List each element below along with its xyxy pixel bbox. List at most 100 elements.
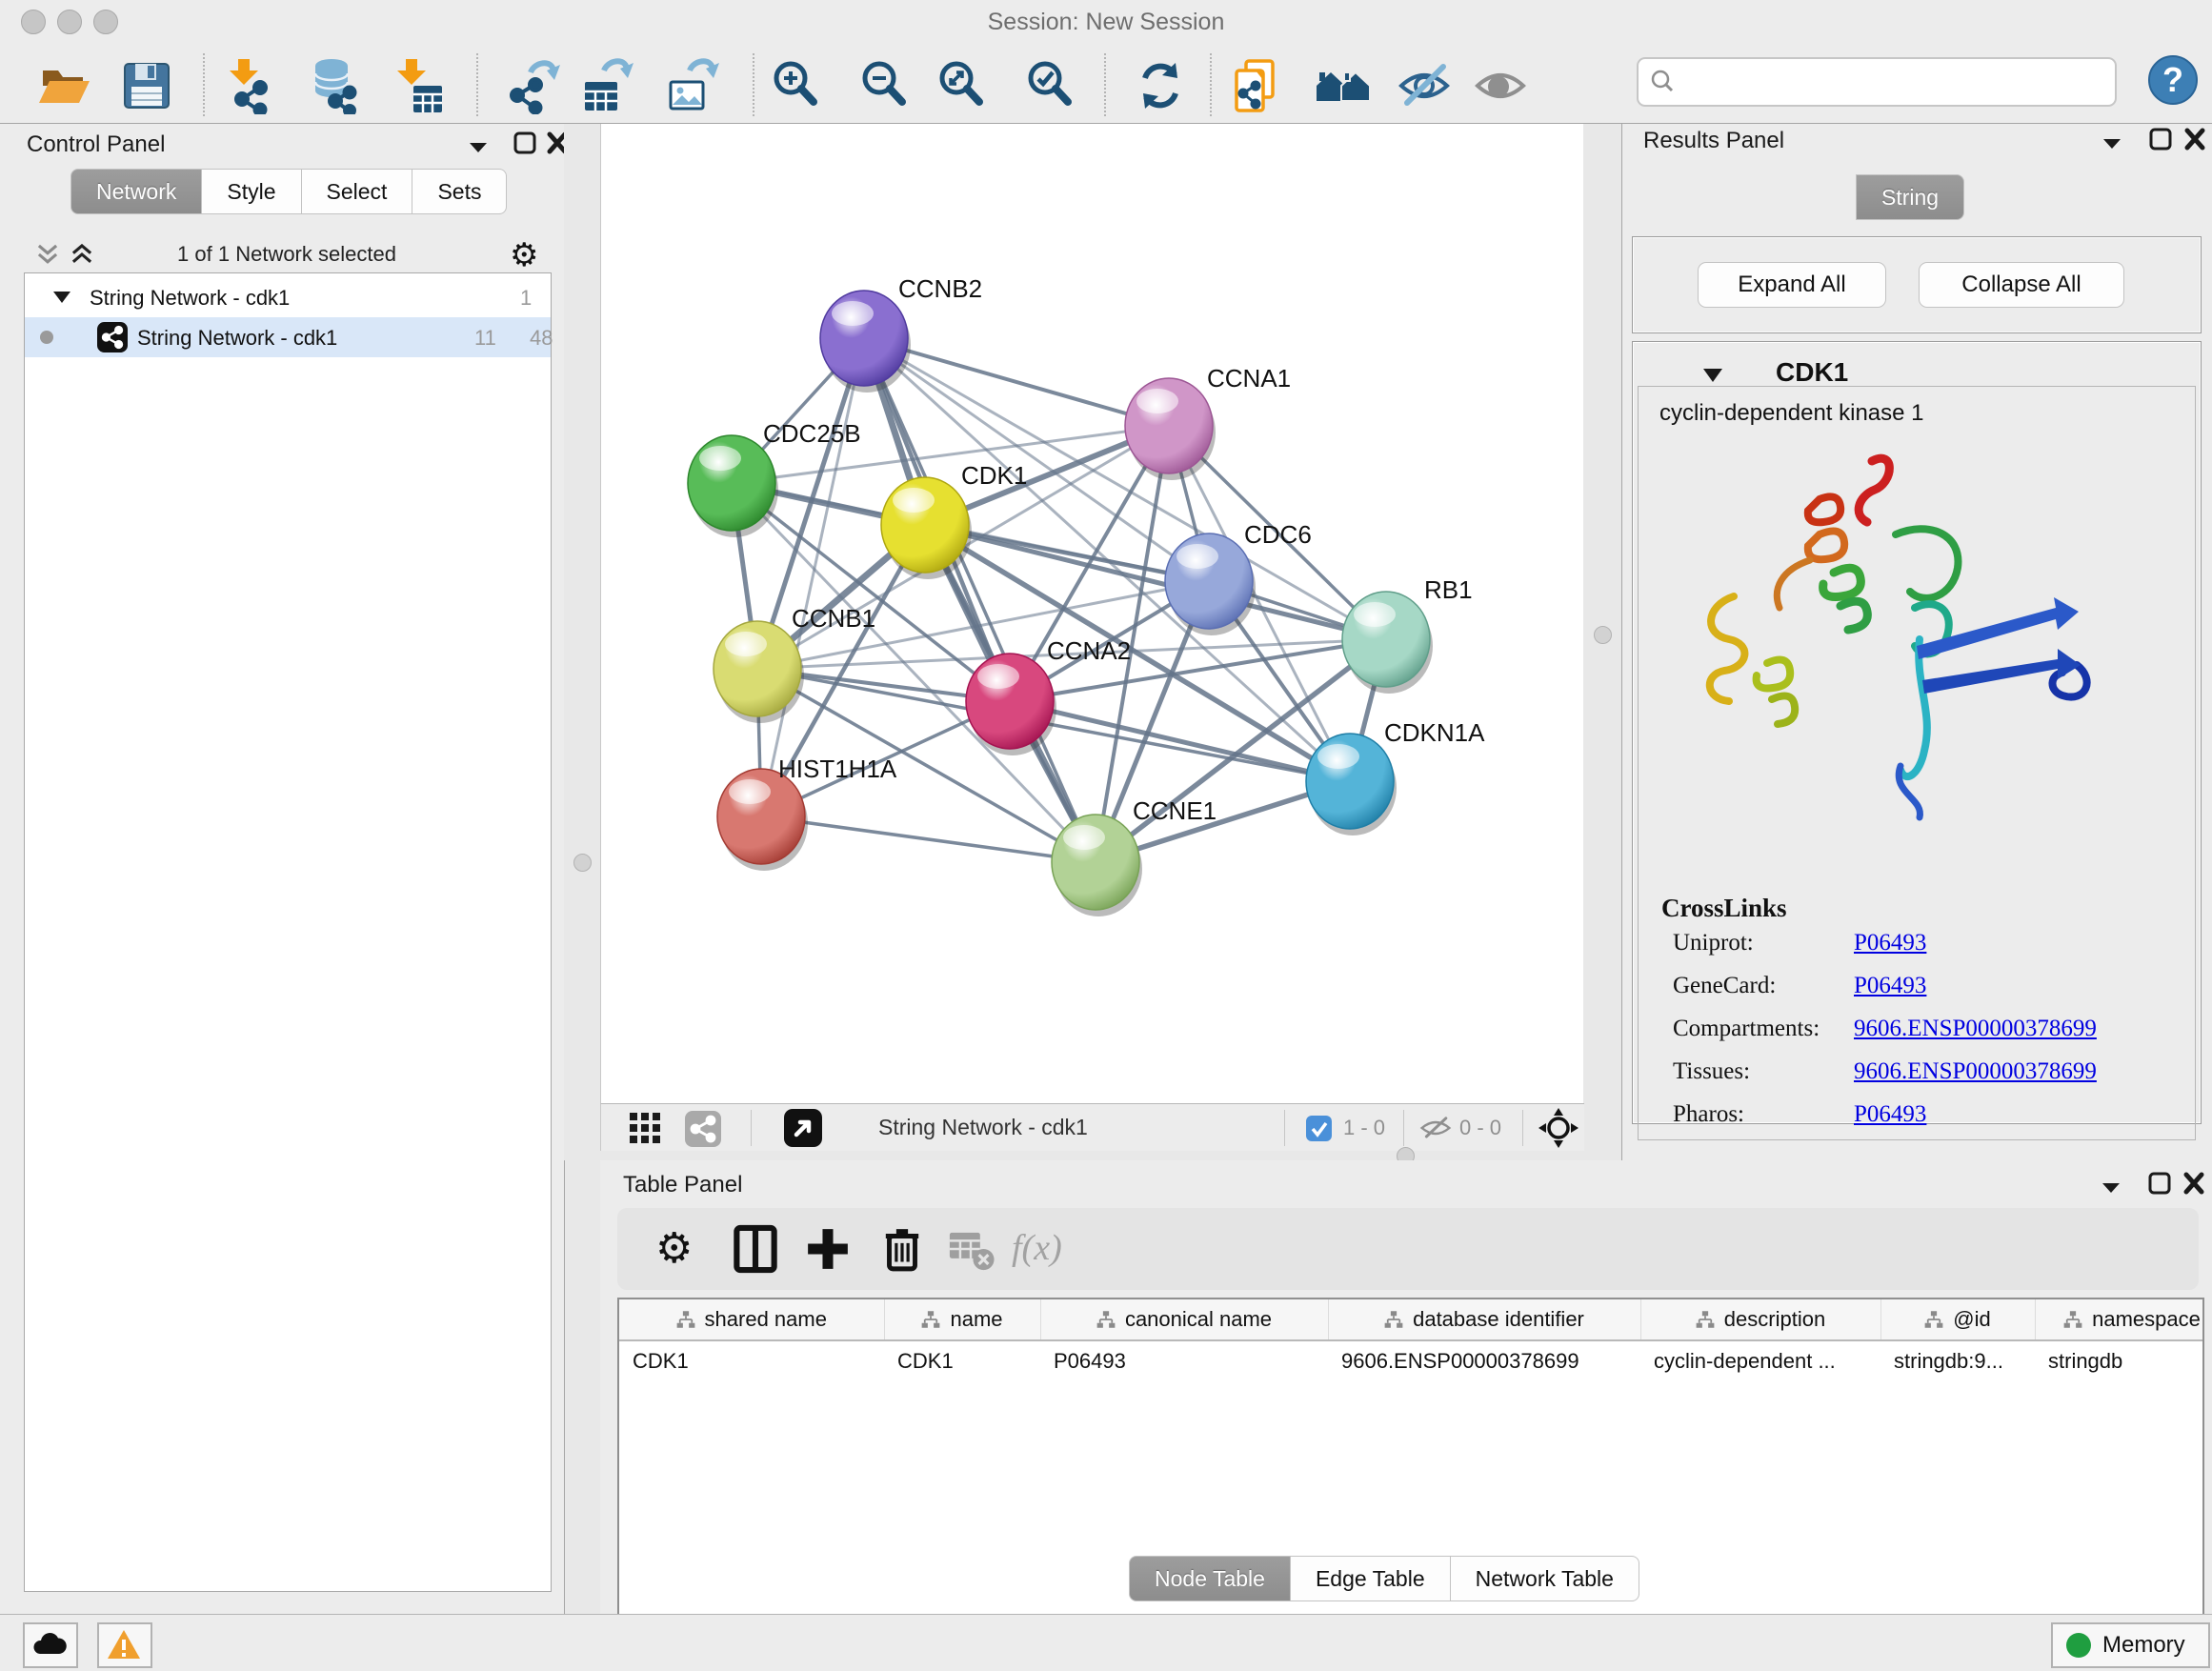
panel-float-icon[interactable] (2146, 128, 2175, 152)
zoom-out-icon[interactable] (856, 57, 914, 114)
toolbar-separator (1210, 53, 1212, 116)
export-network-icon[interactable] (504, 57, 561, 114)
table-cell[interactable]: stringdb:9... (1880, 1340, 2035, 1381)
panel-close-icon[interactable] (2180, 1172, 2208, 1197)
crosslink-link[interactable]: P06493 (1854, 1101, 1926, 1128)
birdseye-view-icon[interactable] (784, 1109, 822, 1147)
network-edge[interactable] (761, 816, 1096, 862)
grid-view-icon[interactable] (630, 1113, 662, 1145)
column-header-canonical-name[interactable]: canonical name (1040, 1299, 1328, 1340)
open-session-icon[interactable] (35, 57, 92, 114)
add-column-icon[interactable] (802, 1223, 854, 1275)
clone-network-icon[interactable] (1227, 57, 1284, 114)
table-settings-gear-icon[interactable]: ⚙ (655, 1223, 707, 1275)
panel-menu-icon[interactable] (2098, 1176, 2126, 1200)
column-header-shared-name[interactable]: shared name (619, 1299, 884, 1340)
crosslink-link[interactable]: P06493 (1854, 973, 1926, 999)
splitter-handle[interactable] (573, 854, 592, 872)
network-view-title: String Network - cdk1 (878, 1115, 1088, 1140)
table-cell[interactable]: cyclin-dependent ... (1640, 1340, 1880, 1381)
network-edge[interactable] (1010, 701, 1350, 781)
protein-expander-icon[interactable] (1701, 367, 1724, 384)
crosslink-link[interactable]: P06493 (1854, 930, 1926, 956)
table-cell[interactable]: CDK1 (619, 1340, 884, 1381)
table-cell[interactable]: P06493 (1040, 1340, 1328, 1381)
tab-string[interactable]: String (1856, 174, 1964, 220)
help-icon[interactable]: ? (2144, 51, 2202, 109)
results-panel: Results Panel String Expand All Collapse… (1621, 124, 2212, 1160)
collapse-all-button[interactable]: Collapse All (1919, 262, 2124, 308)
collection-label: String Network - cdk1 (90, 286, 290, 311)
share-view-icon[interactable] (685, 1111, 721, 1147)
splitter-handle[interactable] (1594, 626, 1612, 644)
tab-edge-table[interactable]: Edge Table (1291, 1556, 1451, 1601)
search-input[interactable] (1684, 63, 2107, 99)
tab-sets[interactable]: Sets (412, 169, 507, 214)
selected-checkbox-icon[interactable] (1306, 1116, 1332, 1141)
warnings-button[interactable] (97, 1622, 152, 1668)
panel-float-icon[interactable] (2145, 1172, 2174, 1197)
network-collection-row[interactable]: String Network - cdk1 1 (25, 277, 551, 317)
protein-detail-box: cyclin-dependent kinase 1 (1638, 386, 2196, 1140)
node-label-CDK1: CDK1 (961, 461, 1027, 490)
import-table-icon[interactable] (389, 57, 446, 114)
crosslinks-heading: CrossLinks (1661, 894, 1787, 923)
home-icon[interactable] (1315, 57, 1372, 114)
tab-node-table[interactable]: Node Table (1129, 1556, 1291, 1601)
tab-select[interactable]: Select (302, 169, 413, 214)
warning-icon (106, 1628, 142, 1661)
memory-button[interactable]: Memory (2051, 1622, 2210, 1668)
table-cell[interactable]: CDK1 (884, 1340, 1040, 1381)
table-toolbar: ⚙ f(x) (617, 1208, 2199, 1290)
tab-style[interactable]: Style (202, 169, 301, 214)
column-header-database-identifier[interactable]: database identifier (1328, 1299, 1640, 1340)
network-edge[interactable] (761, 338, 864, 816)
panel-menu-icon[interactable] (2099, 131, 2127, 156)
network-row[interactable]: String Network - cdk1 11 48 (25, 317, 551, 357)
network-edge[interactable] (864, 338, 1096, 862)
export-image-icon[interactable] (663, 57, 720, 114)
results-panel-title: Results Panel (1643, 128, 1784, 154)
panel-float-icon[interactable] (511, 131, 539, 156)
show-all-icon[interactable] (1472, 57, 1529, 114)
network-canvas[interactable]: CCNB2CCNA1CDC25BCDK1CDC6RB1CCNB1CCNA2CDK… (600, 124, 1584, 1103)
show-columns-icon[interactable] (730, 1223, 781, 1275)
save-session-icon[interactable] (118, 57, 175, 114)
toolbar-separator (1284, 1110, 1285, 1146)
column-header-description[interactable]: description (1640, 1299, 1880, 1340)
zoom-selected-icon[interactable] (1022, 57, 1079, 114)
collection-expander-icon[interactable] (51, 290, 72, 305)
delete-column-trash-icon[interactable] (876, 1223, 928, 1275)
search-field[interactable] (1637, 57, 2117, 107)
panel-close-icon[interactable] (2181, 128, 2209, 152)
zoom-fit-icon[interactable] (934, 57, 991, 114)
table-row[interactable]: CDK1CDK1P064939606.ENSP00000378699cyclin… (619, 1340, 2204, 1381)
table-cell[interactable]: 9606.ENSP00000378699 (1328, 1340, 1640, 1381)
expand-all-button[interactable]: Expand All (1698, 262, 1886, 308)
import-network-database-icon[interactable] (309, 57, 366, 114)
control-panel: Control Panel NetworkStyleSelectSets 1 o… (0, 124, 565, 1614)
export-table-icon[interactable] (577, 57, 634, 114)
zoom-in-icon[interactable] (768, 57, 825, 114)
column-header-@id[interactable]: @id (1880, 1299, 2035, 1340)
column-header-namespace[interactable]: namespace (2035, 1299, 2204, 1340)
network-options-gear-icon[interactable]: ⚙ (510, 236, 538, 274)
tab-network-table[interactable]: Network Table (1451, 1556, 1639, 1601)
crosslink-link[interactable]: 9606.ENSP00000378699 (1854, 1016, 2097, 1042)
crosslink-link[interactable]: 9606.ENSP00000378699 (1854, 1058, 2097, 1085)
crosshair-icon[interactable] (1538, 1108, 1579, 1148)
table-cell[interactable]: stringdb (2035, 1340, 2204, 1381)
column-header-name[interactable]: name (884, 1299, 1040, 1340)
panel-splitter[interactable] (1583, 124, 1621, 1160)
tab-network[interactable]: Network (70, 169, 202, 214)
hide-selected-icon[interactable] (1396, 57, 1453, 114)
cloud-button[interactable] (23, 1622, 78, 1668)
panel-menu-icon[interactable] (465, 135, 493, 160)
import-network-file-icon[interactable] (221, 57, 278, 114)
window-title: Session: New Session (0, 9, 2212, 36)
crosslink-label: Compartments: (1673, 1016, 1820, 1042)
panel-splitter[interactable] (564, 124, 600, 1160)
apply-layout-icon[interactable] (1132, 57, 1189, 114)
toolbar-separator (1522, 1110, 1523, 1146)
node-label-CCNB1: CCNB1 (792, 604, 875, 633)
